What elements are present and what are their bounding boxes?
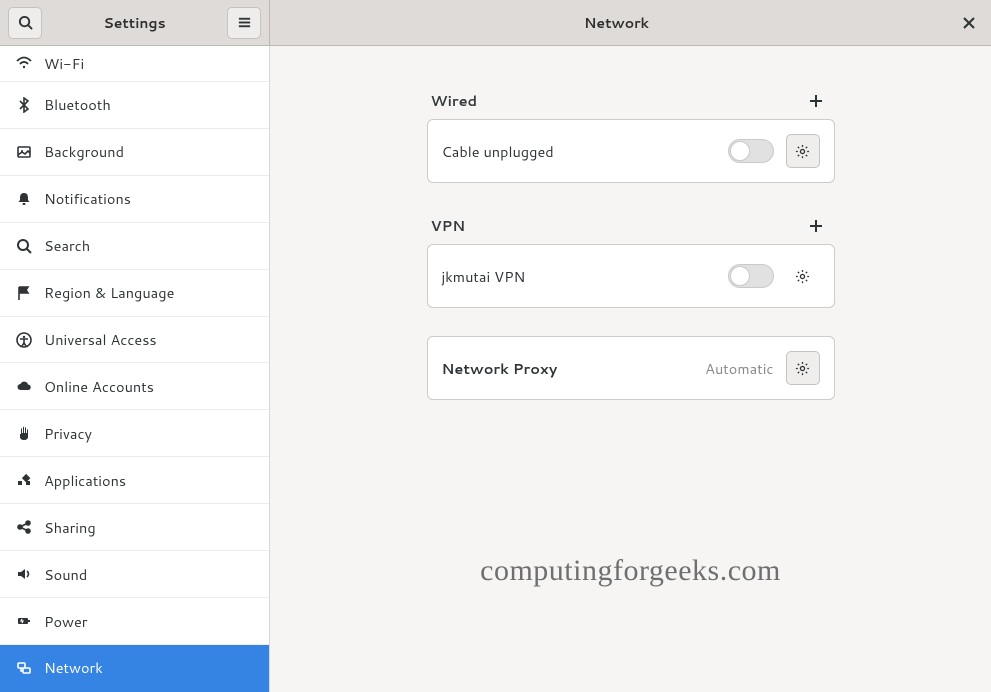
sidebar-item-sound[interactable]: Sound [0,551,269,598]
sidebar-item-universal[interactable]: Universal Access [0,317,269,364]
search-icon [16,238,32,254]
sidebar-item-search[interactable]: Search [0,223,269,270]
proxy-settings-button[interactable] [786,351,820,385]
network-panel: Wired Cable unplugged [270,46,991,692]
wired-settings-button[interactable] [786,134,820,168]
sidebar-item-label: Background [44,141,124,162]
hamburger-icon [237,15,252,30]
sidebar-header-title: Settings [42,13,227,33]
vpn-section-title: VPN [431,215,809,236]
flag-icon [16,285,32,301]
vpn-settings-button[interactable] [786,259,820,293]
sidebar-item-label: Sharing [44,517,96,538]
vpn-entry-name: jkmutai VPN [442,266,728,287]
proxy-value: Automatic [705,358,773,379]
sidebar-item-label: Applications [44,470,126,491]
gear-icon [795,144,810,159]
settings-sidebar: Wi-Fi Bluetooth Background Notifications… [0,46,270,692]
sidebar-item-label: Network [44,657,103,678]
sidebar-item-label: Privacy [44,423,92,444]
sidebar-item-label: Region & Language [44,282,174,303]
hand-icon [16,425,32,441]
bell-icon [16,191,32,207]
header-menu-button[interactable] [227,7,261,39]
network-icon [16,660,32,676]
plus-icon [809,94,823,108]
sidebar-item-background[interactable]: Background [0,129,269,176]
wired-section-title: Wired [431,90,809,111]
sidebar-item-privacy[interactable]: Privacy [0,410,269,457]
sidebar-item-network[interactable]: Network [0,645,269,692]
sidebar-item-power[interactable]: Power [0,598,269,645]
sidebar-item-sharing[interactable]: Sharing [0,504,269,551]
wifi-icon [16,55,32,71]
speaker-icon [16,566,32,582]
vpn-toggle[interactable] [728,264,774,288]
sidebar-item-notifications[interactable]: Notifications [0,176,269,223]
share-icon [16,519,32,535]
bluetooth-icon [16,97,32,113]
sidebar-item-label: Power [44,611,87,632]
content-header-title: Network [278,13,955,33]
sidebar-item-label: Search [44,235,90,256]
power-icon [16,613,32,629]
header-search-button[interactable] [8,7,42,39]
plus-icon [809,219,823,233]
accessibility-icon [16,332,32,348]
sidebar-item-applications[interactable]: Applications [0,457,269,504]
wired-status-label: Cable unplugged [442,141,728,162]
close-icon [963,17,975,29]
sidebar-item-label: Sound [44,564,87,585]
window-close-button[interactable] [955,9,983,37]
add-vpn-button[interactable] [809,219,831,233]
gear-icon [795,361,810,376]
gear-icon [795,269,810,284]
cloud-icon [16,378,32,394]
watermark-text: computingforgeeks.com [480,554,781,588]
sidebar-item-label: Bluetooth [44,94,111,115]
sidebar-item-label: Wi-Fi [44,53,84,74]
background-icon [16,144,32,160]
add-wired-button[interactable] [809,94,831,108]
sidebar-item-label: Online Accounts [44,376,154,397]
proxy-title: Network Proxy [442,358,706,379]
sidebar-item-online-accounts[interactable]: Online Accounts [0,363,269,410]
wired-toggle[interactable] [728,139,774,163]
sidebar-item-bluetooth[interactable]: Bluetooth [0,82,269,129]
sidebar-item-region[interactable]: Region & Language [0,270,269,317]
search-icon [18,15,33,30]
sidebar-item-wifi[interactable]: Wi-Fi [0,46,269,82]
sidebar-item-label: Notifications [44,188,131,209]
apps-icon [16,472,32,488]
sidebar-item-label: Universal Access [44,329,157,350]
